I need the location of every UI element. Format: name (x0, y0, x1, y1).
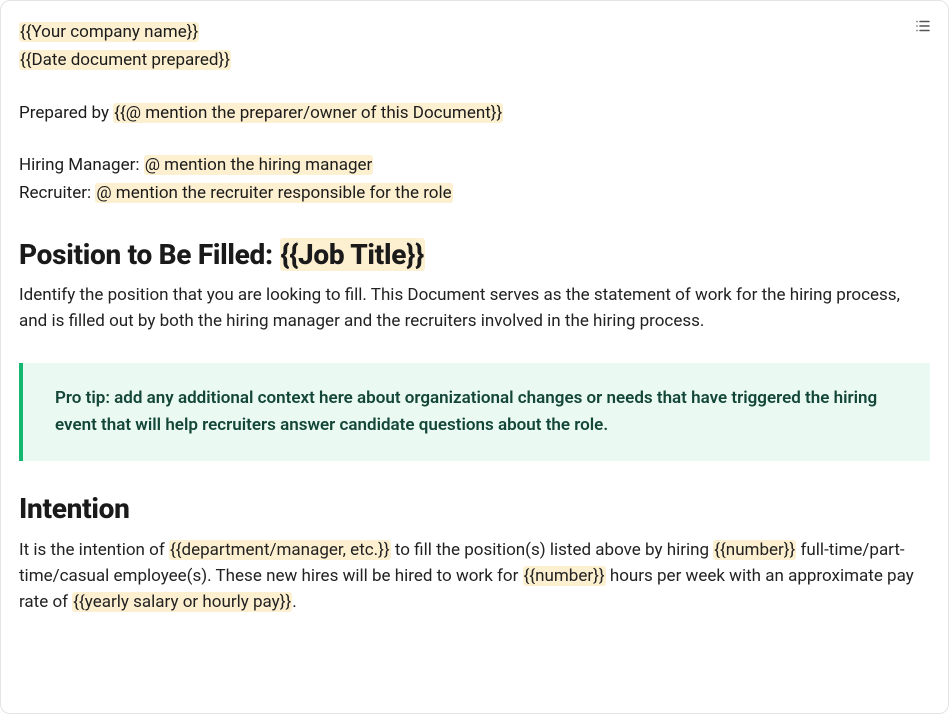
dept-placeholder[interactable]: {{department/manager, etc.}} (169, 540, 391, 560)
hiring-manager-label: Hiring Manager: (19, 155, 144, 175)
intention-heading[interactable]: Intention (19, 487, 930, 530)
position-body[interactable]: Identify the position that you are looki… (19, 282, 930, 335)
document-page: {{Your company name}} {{Date document pr… (0, 0, 949, 714)
intention-text-1a: It is the intention of (19, 540, 169, 560)
company-name-placeholder[interactable]: {{Your company name}} (19, 22, 199, 42)
prepared-by-line[interactable]: Prepared by {{@ mention the preparer/own… (19, 100, 930, 126)
number2-placeholder[interactable]: {{number}} (523, 566, 606, 586)
intention-body[interactable]: It is the intention of {{department/mana… (19, 537, 930, 616)
position-heading-prefix: Position to Be Filled: (19, 238, 280, 271)
hiring-manager-line[interactable]: Hiring Manager: @ mention the hiring man… (19, 152, 930, 178)
outline-toggle-icon[interactable] (912, 15, 934, 37)
date-placeholder[interactable]: {{Date document prepared}} (19, 50, 231, 70)
position-heading[interactable]: Position to Be Filled: {{Job Title}} (19, 233, 930, 276)
number1-placeholder[interactable]: {{number}} (713, 540, 796, 560)
recruiter-label: Recruiter: (19, 183, 95, 203)
recruiter-line[interactable]: Recruiter: @ mention the recruiter respo… (19, 180, 930, 206)
date-line[interactable]: {{Date document prepared}} (19, 47, 930, 73)
intention-text-end: . (292, 592, 296, 612)
prepared-by-label: Prepared by (19, 103, 113, 123)
pro-tip-callout[interactable]: Pro tip: add any additional context here… (19, 363, 930, 461)
intention-text-1b: to fill the position(s) listed above by … (391, 540, 714, 560)
pay-placeholder[interactable]: {{yearly salary or hourly pay}} (72, 592, 292, 612)
job-title-placeholder[interactable]: {{Job Title}} (280, 238, 425, 271)
recruiter-placeholder[interactable]: @ mention the recruiter responsible for … (95, 183, 452, 203)
prepared-by-placeholder[interactable]: {{@ mention the preparer/owner of this D… (113, 103, 503, 123)
pro-tip-text: Pro tip: add any additional context here… (55, 388, 877, 435)
hiring-manager-placeholder[interactable]: @ mention the hiring manager (144, 155, 374, 175)
company-name-line[interactable]: {{Your company name}} (19, 19, 930, 45)
